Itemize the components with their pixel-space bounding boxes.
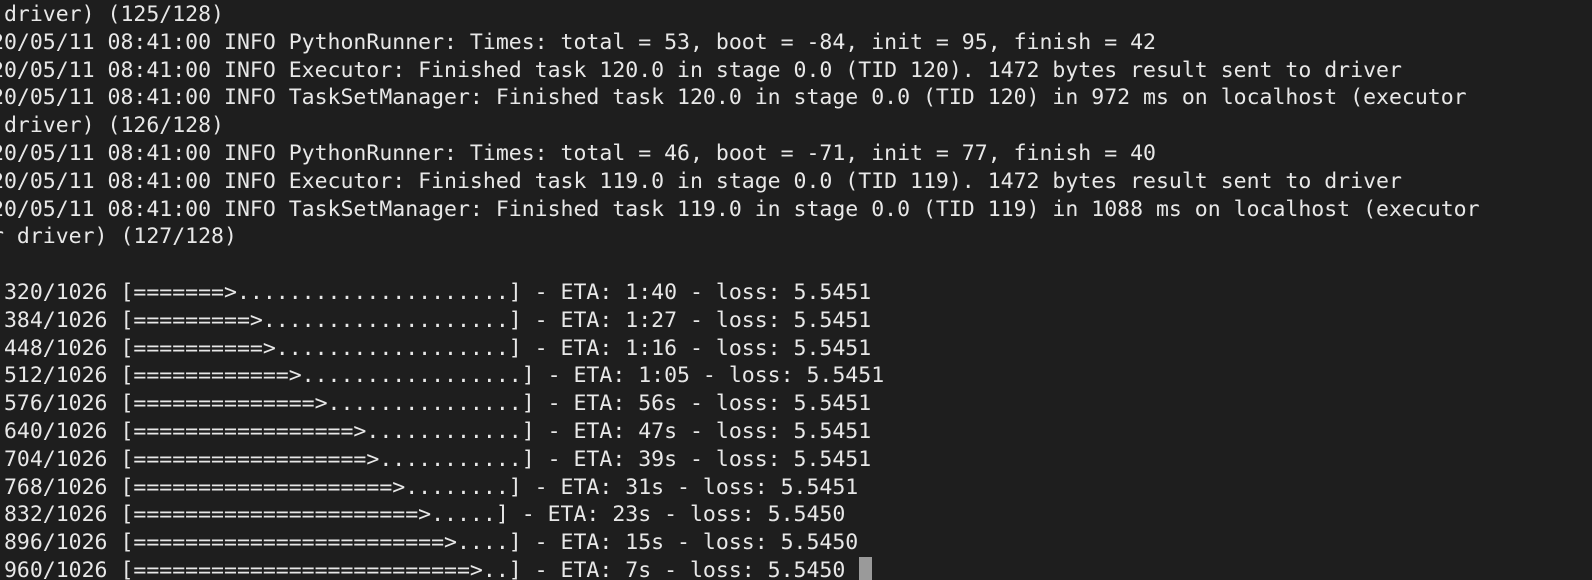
progress-text: 960/1026 [==========================>..]… <box>0 557 846 580</box>
progress-line: 320/1026 [=======>.....................]… <box>0 279 872 305</box>
progress-line: 704/1026 [==================>...........… <box>0 446 872 472</box>
log-line: 20/05/11 08:41:00 INFO Executor: Finishe… <box>0 57 1402 83</box>
log-line: 20/05/11 08:41:00 INFO Executor: Finishe… <box>0 168 1402 194</box>
terminal-cursor <box>859 556 873 580</box>
progress-line: 896/1026 [========================>....]… <box>0 530 859 556</box>
progress-line: 640/1026 [=================>............… <box>0 418 872 444</box>
log-line: 20/05/11 08:41:00 INFO TaskSetManager: F… <box>0 85 1467 111</box>
log-line: r driver) (127/128) <box>0 224 237 250</box>
progress-line: 832/1026 [======================>.....] … <box>0 502 846 528</box>
progress-line-current: 960/1026 [==========================>..]… <box>0 556 1480 580</box>
log-line: 20/05/11 08:41:00 INFO PythonRunner: Tim… <box>0 29 1156 55</box>
log-line: 20/05/11 08:41:00 INFO PythonRunner: Tim… <box>0 140 1156 166</box>
progress-line: 448/1026 [==========>..................]… <box>0 335 872 361</box>
progress-line: 576/1026 [==============>...............… <box>0 391 872 417</box>
terminal-window[interactable]: driver) (125/128) 20/05/11 08:41:00 INFO… <box>0 0 1592 580</box>
terminal-output: driver) (125/128) 20/05/11 08:41:00 INFO… <box>0 1 1480 580</box>
progress-line: 768/1026 [====================>........]… <box>0 474 859 500</box>
progress-line: 384/1026 [=========>...................]… <box>0 307 872 333</box>
log-line: 20/05/11 08:41:00 INFO TaskSetManager: F… <box>0 196 1480 222</box>
progress-line: 512/1026 [============>.................… <box>0 363 885 389</box>
log-line: driver) (125/128) <box>0 2 224 27</box>
log-line: driver) (126/128) <box>0 113 224 139</box>
